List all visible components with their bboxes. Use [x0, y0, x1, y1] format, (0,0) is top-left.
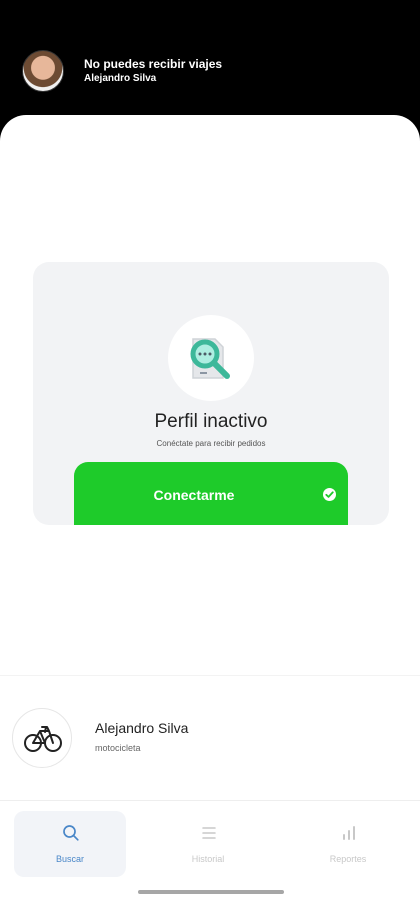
vehicle-summary: Alejandro Silva motocicleta	[0, 675, 420, 795]
nav-item-historial[interactable]: Historial	[152, 811, 264, 877]
connect-button[interactable]: Conectarme	[74, 462, 348, 525]
profile-status-subtitle: Conéctate para recibir pedidos	[156, 439, 266, 448]
check-icon	[323, 488, 336, 501]
driver-name: Alejandro Silva	[84, 73, 157, 84]
bottom-navigation: Buscar Historial Reportes	[0, 800, 420, 900]
bar-chart-icon	[340, 824, 358, 842]
availability-status: No puedes recibir viajes	[84, 57, 223, 71]
connect-button-label: Conectarme	[153, 487, 235, 503]
bicycle-icon	[12, 708, 72, 768]
list-icon	[200, 824, 218, 842]
document-search-icon	[168, 315, 254, 401]
inactive-profile-card: Perfil inactivo Conéctate para recibir p…	[33, 262, 389, 525]
nav-item-buscar[interactable]: Buscar	[14, 811, 126, 877]
home-indicator[interactable]	[138, 890, 284, 894]
profile-status-title: Perfil inactivo	[154, 411, 268, 432]
status-header: No puedes recibir viajes Alejandro Silva	[0, 0, 420, 130]
nav-label-buscar: Buscar	[55, 854, 84, 864]
search-icon	[62, 824, 80, 842]
vehicle-type: motocicleta	[95, 743, 141, 753]
nav-label-historial: Historial	[191, 854, 225, 864]
nav-label-reportes: Reportes	[329, 854, 367, 864]
nav-item-reportes[interactable]: Reportes	[292, 811, 404, 877]
avatar[interactable]	[22, 50, 64, 92]
main-sheet: Perfil inactivo Conéctate para recibir p…	[0, 115, 420, 900]
vehicle-driver-name: Alejandro Silva	[95, 720, 189, 736]
